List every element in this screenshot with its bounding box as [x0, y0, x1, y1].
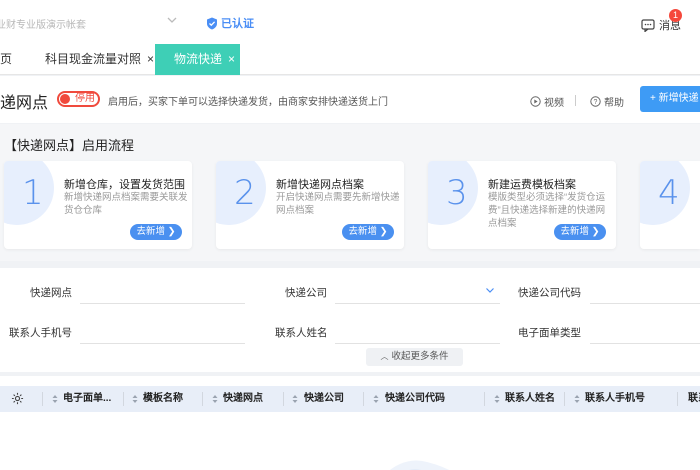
waybill-type-select[interactable] — [590, 343, 700, 344]
toggle-knob — [60, 94, 70, 104]
page-title: 递网点 — [0, 95, 49, 112]
column-header[interactable]: 快递公司 — [304, 386, 344, 412]
step-description: 开启快递网点需要先新增快递网点档案 — [276, 192, 400, 216]
enable-toggle[interactable]: 停用 — [57, 91, 100, 107]
video-label: 视频 — [544, 98, 564, 109]
play-circle-icon — [530, 96, 541, 107]
step-number: 2 — [234, 173, 256, 213]
sort-icon[interactable] — [373, 394, 379, 404]
collapse-label: 收起更多条件 — [391, 351, 449, 362]
step-number: 1 — [22, 173, 44, 213]
contact-name-input[interactable] — [335, 343, 500, 344]
message-icon — [641, 18, 655, 32]
toggle-label: 停用 — [75, 93, 95, 104]
sort-icon[interactable] — [574, 394, 580, 404]
column-divider — [123, 392, 124, 406]
collapse-filters-button[interactable]: ︿ 收起更多条件 — [366, 348, 463, 366]
courier-code-input[interactable] — [590, 303, 700, 304]
tab-label: 科目现金流量对照 — [45, 52, 142, 66]
filter-label-outlet: 快递网点 — [30, 287, 72, 299]
empty-state-illustration — [389, 460, 450, 470]
filter-label-contact-name: 联系人姓名 — [275, 327, 328, 339]
column-divider — [677, 392, 678, 406]
help-label: 帮助 — [604, 98, 624, 109]
flow-title: 【快递网点】启用流程 — [4, 138, 135, 153]
tab-label: 物流快递 — [174, 52, 223, 66]
question-circle-icon: ? — [590, 96, 601, 107]
step-number: 4 — [658, 173, 680, 213]
filter-label-contact-phone: 联系人手机号 — [9, 327, 72, 339]
column-header[interactable]: 联系人手机号 — [585, 386, 645, 412]
flow-step-card: 4 — [640, 161, 700, 249]
step-description: 新增快递网点档案需要关联发货仓仓库 — [64, 192, 188, 216]
message-count-badge: 1 — [669, 9, 682, 22]
video-link[interactable]: 视频 — [530, 94, 564, 109]
table-header: 电子面单... 模板名称 快递网点 快递公司 快递公司代码 联系人姓名 联系人手… — [0, 386, 700, 412]
go-add-button[interactable]: 去新增 ❯ — [342, 224, 394, 240]
flow-step-card: 1 新增仓库，设置发货范围 新增快递网点档案需要关联发货仓仓库 去新增 ❯ — [4, 161, 192, 249]
tab-cashflow-mapping[interactable]: 科目现金流量对照 × — [45, 44, 154, 75]
close-icon[interactable]: × — [228, 52, 235, 66]
go-add-button[interactable]: 去新增 ❯ — [130, 224, 182, 240]
column-divider — [283, 392, 284, 406]
sort-icon[interactable] — [132, 394, 138, 404]
account-selector[interactable]: 业财专业版演示帐套 — [0, 16, 86, 31]
column-divider — [202, 392, 203, 406]
sort-icon[interactable] — [494, 394, 500, 404]
divider — [575, 95, 576, 106]
shield-check-icon — [207, 17, 217, 29]
tab-label: 页 — [0, 52, 13, 66]
add-courier-button[interactable]: + 新增快递 — [640, 86, 700, 112]
flow-step-card: 2 新增快递网点档案 开启快递网点需要先新增快递网点档案 去新增 ❯ — [216, 161, 404, 249]
column-header[interactable]: 电子面单... — [63, 386, 111, 412]
flow-step-card: 3 新建运费模板档案 模版类型必须选择“发货仓运费”且快递选择新建的快递网点档案… — [428, 161, 616, 249]
sort-icon[interactable] — [212, 394, 218, 404]
step-title: 新建运费模板档案 — [488, 179, 576, 191]
tab-home[interactable]: 页 — [0, 44, 30, 75]
outlet-input[interactable] — [80, 303, 245, 304]
filter-label-courier-code: 快递公司代码 — [518, 287, 581, 299]
page-header: 递网点 停用 启用后，买家下单可以选择快递发货，由商家安排快递送货上门 视频 ?… — [0, 76, 700, 123]
close-icon[interactable]: × — [147, 52, 154, 66]
column-header[interactable]: 快递公司代码 — [385, 386, 445, 412]
gear-icon[interactable] — [11, 392, 24, 405]
verified-label: 已认证 — [221, 18, 254, 30]
sort-icon[interactable] — [292, 394, 298, 404]
filter-label-waybill-type: 电子面单类型 — [518, 327, 581, 339]
step-title: 新增仓库，设置发货范围 — [64, 179, 185, 191]
filter-label-courier: 快递公司 — [285, 287, 327, 299]
courier-select[interactable] — [335, 303, 500, 304]
help-link[interactable]: ? 帮助 — [590, 94, 624, 109]
go-add-button[interactable]: 去新增 ❯ — [554, 224, 606, 240]
column-divider — [42, 392, 43, 406]
enable-flow-section: 【快递网点】启用流程 1 新增仓库，设置发货范围 新增快递网点档案需要关联发货仓… — [0, 124, 700, 261]
step-title: 新增快递网点档案 — [276, 179, 364, 191]
top-bar: 业财专业版演示帐套 已认证 消息 1 — [0, 0, 700, 44]
chevron-down-icon[interactable] — [484, 284, 496, 296]
column-header[interactable]: 快递网点 — [223, 386, 263, 412]
column-divider — [484, 392, 485, 406]
tab-logistics[interactable]: 物流快递 × — [155, 44, 240, 75]
outlet-table: 电子面单... 模板名称 快递网点 快递公司 快递公司代码 联系人姓名 联系人手… — [0, 376, 700, 470]
chevron-up-icon: ︿ — [380, 352, 389, 361]
filter-panel: 快递网点 快递公司 快递公司代码 联系人手机号 联系人姓名 电子面单类型 ︿ 收起… — [0, 268, 700, 372]
sort-icon[interactable] — [52, 394, 58, 404]
enable-hint: 启用后，买家下单可以选择快递发货，由商家安排快递送货上门 — [108, 97, 388, 108]
chevron-down-icon[interactable] — [165, 13, 179, 27]
column-header[interactable]: 联系人姓名 — [505, 386, 555, 412]
column-header[interactable]: 联系 — [688, 386, 700, 412]
tab-bar: 页 科目现金流量对照 × 物流快递 × — [0, 44, 700, 75]
contact-phone-input[interactable] — [80, 343, 245, 344]
column-divider — [564, 392, 565, 406]
step-number: 3 — [446, 173, 468, 213]
column-divider — [363, 392, 364, 406]
svg-text:?: ? — [594, 99, 598, 106]
column-header[interactable]: 模板名称 — [143, 386, 183, 412]
verified-badge: 已认证 — [206, 15, 254, 31]
